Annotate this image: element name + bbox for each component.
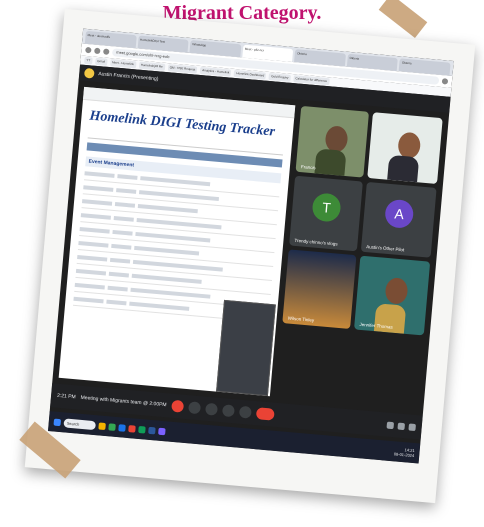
presenter-name: Austin Francis (Presenting) — [98, 71, 159, 83]
participant-photo — [384, 277, 409, 306]
app-icon[interactable] — [128, 424, 136, 433]
participant-tile[interactable] — [367, 112, 443, 185]
participant-body — [314, 148, 347, 176]
participant-tile[interactable]: A Austin's Other Pilot — [360, 181, 437, 258]
excel-icon[interactable] — [138, 425, 146, 434]
participant-name: Francis — [300, 164, 316, 171]
people-icon[interactable] — [397, 422, 406, 430]
profile-icon[interactable] — [441, 78, 449, 85]
participant-avatar: T — [311, 192, 342, 224]
forward-icon[interactable] — [94, 47, 101, 55]
start-icon[interactable] — [53, 418, 62, 426]
camera-icon[interactable] — [187, 401, 201, 415]
bookmark[interactable]: Gmail — [94, 57, 108, 66]
clock-date: 08-01-2024 — [393, 451, 415, 459]
self-view-panel — [216, 299, 276, 397]
taskbar-clock: 14:21 08-01-2024 — [394, 446, 415, 458]
present-icon[interactable] — [221, 404, 235, 418]
participant-tile[interactable]: Jennifer Thomas — [354, 255, 431, 336]
word-icon[interactable] — [148, 426, 156, 434]
photo-frame: Meet - dexmadfs HomelinkDIGI Test WhatsA… — [24, 8, 476, 504]
more-options-icon[interactable] — [238, 405, 252, 419]
meeting-title: Meeting with Migrants team @ 2:00PM — [80, 394, 167, 409]
file-explorer-icon[interactable] — [98, 421, 106, 430]
shared-screen: Homelink DIGI Testing Tracker Event Mana… — [58, 86, 296, 397]
chrome-icon[interactable] — [108, 422, 116, 431]
participant-tile[interactable]: Francis — [295, 105, 370, 178]
info-icon[interactable] — [386, 421, 395, 429]
participant-name: Wilson Tinley — [287, 315, 315, 323]
captions-icon[interactable] — [204, 402, 218, 416]
participant-name: Austin's Other Pilot — [366, 244, 405, 253]
chat-icon[interactable] — [408, 422, 417, 431]
end-call-button[interactable] — [255, 407, 275, 421]
monitor-screen: Meet - dexmadfs HomelinkDIGI Test WhatsA… — [47, 28, 454, 464]
participant-tile[interactable]: Wilson Tinley — [282, 249, 357, 329]
participant-avatar: A — [384, 199, 415, 230]
reload-icon[interactable] — [103, 48, 110, 55]
back-icon[interactable] — [85, 46, 92, 54]
participant-name: Trendy chinno's vlogs — [294, 237, 338, 247]
mic-off-icon[interactable] — [170, 399, 184, 413]
app-icon[interactable] — [118, 423, 126, 432]
taskbar-search[interactable]: Search — [63, 417, 97, 430]
presenter-avatar — [83, 67, 95, 79]
participant-body — [386, 154, 420, 183]
bookmark[interactable]: YT — [84, 56, 93, 65]
meeting-time: 2:21 PM — [56, 392, 76, 401]
participant-tile[interactable]: T Trendy chinno's vlogs — [289, 175, 363, 252]
teams-icon[interactable] — [158, 427, 166, 435]
